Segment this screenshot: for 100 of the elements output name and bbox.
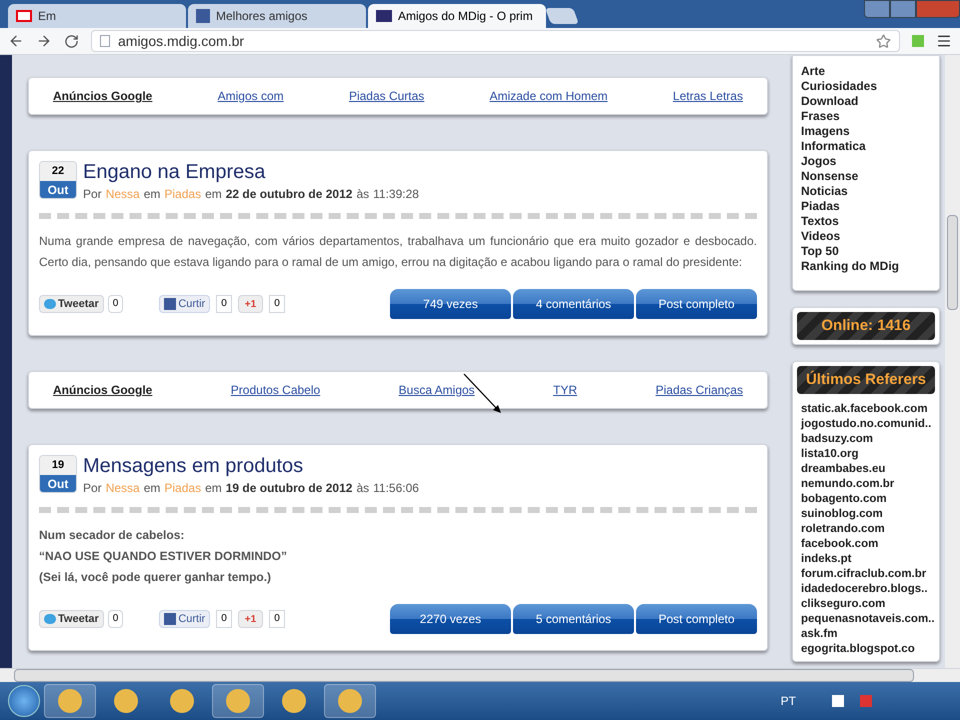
date-day: 22: [40, 162, 76, 181]
minimize-button[interactable]: [864, 0, 890, 18]
like-button[interactable]: Curtir: [159, 295, 210, 313]
category-link[interactable]: Download: [801, 94, 931, 109]
category-link[interactable]: Piadas: [801, 199, 931, 214]
referer-link[interactable]: suinoblog.com: [801, 507, 931, 522]
referer-link[interactable]: indeks.pt: [801, 552, 931, 567]
referer-link[interactable]: jogostudo.no.comunid..: [801, 417, 931, 432]
post-date: 19 de outubro de 2012: [226, 480, 352, 497]
like-count: 0: [216, 610, 232, 628]
plus-one-button[interactable]: +1: [238, 610, 264, 628]
ad-link[interactable]: Piadas Crianças: [656, 381, 743, 399]
star-icon[interactable]: [876, 34, 891, 48]
referer-link[interactable]: idadedocerebro.blogs..: [801, 582, 931, 597]
category-link[interactable]: Arte: [801, 64, 931, 79]
post-time: 11:56:06: [373, 480, 419, 497]
date-day: 19: [40, 456, 76, 475]
referers-title: Últimos Referers: [797, 366, 935, 394]
ad-link[interactable]: TYR: [553, 381, 578, 399]
scroll-thumb[interactable]: [947, 215, 958, 310]
url-text: amigos.mdig.com.br: [118, 32, 244, 51]
tab-title: Melhores amigos: [216, 8, 308, 25]
category-link[interactable]: Informatica: [801, 139, 931, 154]
referer-link[interactable]: roletrando.com: [801, 522, 931, 537]
post-title[interactable]: Engano na Empresa: [83, 161, 419, 183]
referer-link[interactable]: static.ak.facebook.com: [801, 402, 931, 417]
category-link[interactable]: Top 50: [801, 244, 931, 259]
ad-link[interactable]: Amizade com Homem: [490, 87, 608, 105]
referer-link[interactable]: badsuzy.com: [801, 432, 931, 447]
ad-link[interactable]: Busca Amigos: [398, 381, 475, 399]
tweet-count: 0: [108, 610, 124, 628]
tweet-button[interactable]: Tweetar: [39, 295, 104, 313]
post-action-button[interactable]: 749 vezes: [390, 289, 511, 319]
browser-tab[interactable]: Amigos do MDig - O prim: [368, 4, 546, 28]
category-link[interactable]: Imagens: [801, 124, 931, 139]
post-text: (Sei lá, você pode querer ganhar tempo.): [39, 569, 272, 586]
browser-tab[interactable]: Melhores amigos: [188, 4, 366, 28]
like-button[interactable]: Curtir: [159, 610, 210, 628]
referer-link[interactable]: egogrita.blogspot.co: [801, 642, 931, 657]
tab-title: Amigos do MDig - O prim: [398, 8, 533, 25]
post-action-button[interactable]: Post completo: [636, 289, 757, 319]
post-action-button[interactable]: 4 comentários: [513, 289, 634, 319]
ad-link[interactable]: Produtos Cabelo: [230, 381, 320, 399]
category-link[interactable]: Frases: [801, 109, 931, 124]
browser-tab[interactable]: Em: [8, 4, 186, 28]
category-link[interactable]: Noticias: [801, 184, 931, 199]
referer-link[interactable]: ask.fm: [801, 627, 931, 642]
ads-label[interactable]: Anúncios Google: [53, 381, 152, 399]
referer-link[interactable]: bobagento.com: [801, 492, 931, 507]
category-link[interactable]: Ranking do MDig: [801, 259, 931, 274]
ads-label[interactable]: Anúncios Google: [53, 87, 152, 105]
vertical-scrollbar[interactable]: [945, 55, 960, 668]
category-link[interactable]: Nonsense: [801, 169, 931, 184]
language-indicator[interactable]: PT: [780, 692, 796, 710]
post-action-button[interactable]: 2270 vezes: [390, 604, 511, 634]
post-action-button[interactable]: Post completo: [636, 604, 757, 634]
post-action-button[interactable]: 5 comentários: [513, 604, 634, 634]
meta-text: Por: [83, 480, 102, 497]
plus-one-count: 0: [269, 610, 285, 628]
back-icon[interactable]: [8, 33, 24, 49]
post-title[interactable]: Mensagens em produtos: [83, 455, 419, 477]
ad-link[interactable]: Piadas Curtas: [348, 87, 424, 105]
meta-text: Por: [83, 186, 102, 203]
post-text: “NAO USE QUANDO ESTIVER DORMINDO”: [39, 548, 288, 565]
tweet-count: 0: [108, 295, 124, 313]
tweet-button[interactable]: Tweetar: [39, 610, 104, 628]
post-date: 22 de outubro de 2012: [226, 186, 352, 203]
address-bar[interactable]: amigos.mdig.com.br: [91, 30, 900, 52]
date-month: Out: [40, 475, 76, 492]
close-button[interactable]: [916, 0, 960, 18]
category-link[interactable]: Curiosidades: [801, 79, 931, 94]
page-icon: [100, 35, 110, 47]
maximize-button[interactable]: [890, 0, 916, 18]
reload-icon[interactable]: [64, 34, 79, 48]
ad-link[interactable]: Amigos com: [218, 87, 284, 105]
referer-link[interactable]: dreambabes.eu: [801, 462, 931, 477]
meta-text: em: [205, 480, 222, 497]
online-counter: Online: 1416: [797, 312, 935, 340]
referer-link[interactable]: forum.cifraclub.com.br: [801, 567, 931, 582]
plus-one-count: 0: [269, 295, 285, 313]
date-month: Out: [40, 181, 76, 198]
meta-text: em: [205, 186, 222, 203]
referer-link[interactable]: nemundo.com.br: [801, 477, 931, 492]
like-count: 0: [216, 295, 232, 313]
post-text: Num secador de cabelos:: [39, 527, 186, 544]
menu-icon[interactable]: [936, 33, 952, 49]
category-link[interactable]: Jogos: [801, 154, 931, 169]
post-text: Numa grande empresa de navegação, com vários departamentos, trabalhava um funcionário que era muito gozador e desbocado. Certo dia, pensando que estava ligando para o ramal de um amigo, errou na digitação e acabou ligando para o ramal do presidente:: [39, 233, 757, 271]
forward-icon[interactable]: [36, 33, 52, 49]
meta-text: em: [144, 186, 160, 203]
new-tab-button[interactable]: [545, 8, 579, 24]
start-button[interactable]: [8, 685, 40, 717]
referer-link[interactable]: facebook.com: [801, 537, 931, 552]
plus-one-button[interactable]: +1: [238, 295, 264, 313]
meta-text: às: [356, 480, 370, 497]
ad-link[interactable]: Letras Letras: [672, 87, 743, 105]
referer-link[interactable]: clikseguro.com: [801, 597, 931, 612]
category-link[interactable]: Videos: [801, 229, 931, 244]
category-link[interactable]: Textos: [801, 214, 931, 229]
referer-link[interactable]: lista10.org: [801, 447, 931, 462]
